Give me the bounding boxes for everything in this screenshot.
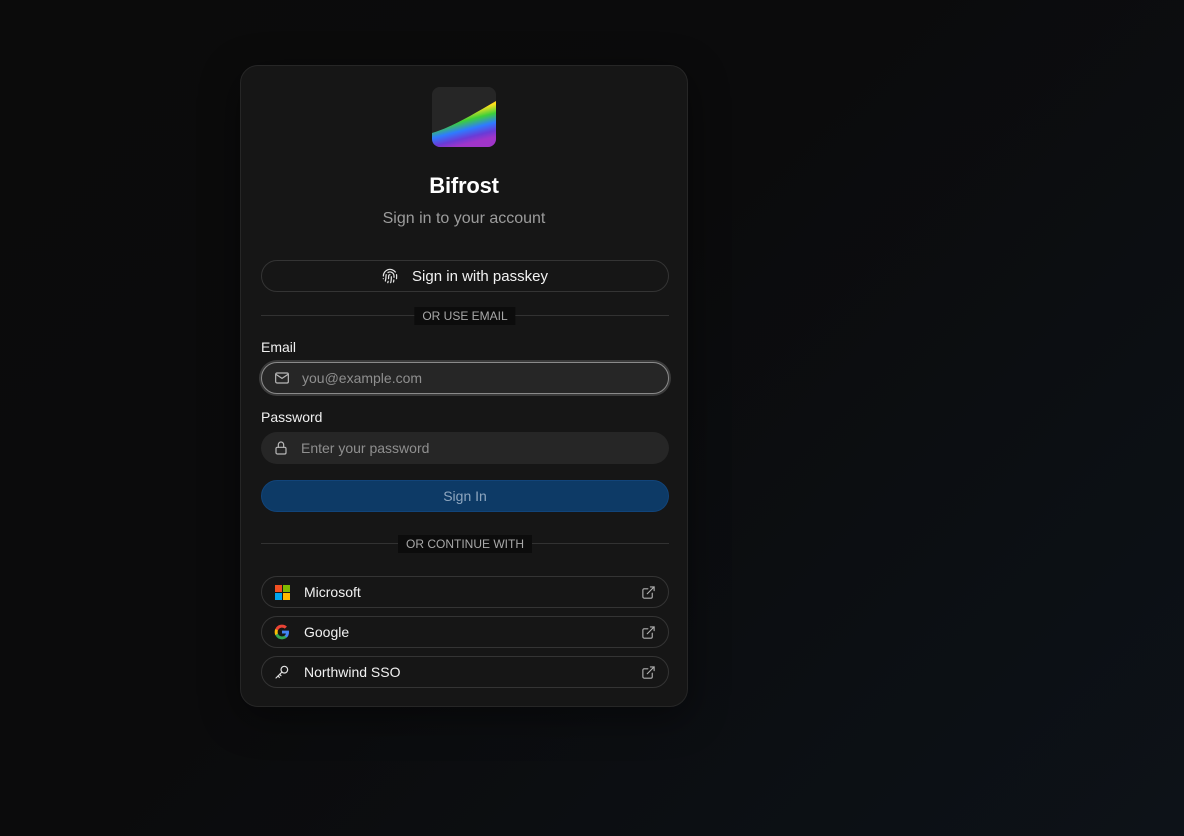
email-divider-text: OR USE EMAIL <box>414 307 516 325</box>
rainbow-bridge-icon <box>432 87 496 147</box>
login-card: Bifrost Sign in to your account Sign in … <box>240 65 688 707</box>
sign-in-button[interactable]: Sign In <box>261 480 669 512</box>
fingerprint-icon <box>382 268 398 284</box>
mail-icon <box>274 370 290 386</box>
email-label: Email <box>261 339 297 355</box>
passkey-button-label: Sign in with passkey <box>412 267 548 285</box>
provider-label: Northwind SSO <box>304 664 401 680</box>
northwind-sso-signin-button[interactable]: Northwind SSO <box>261 656 669 688</box>
google-signin-button[interactable]: Google <box>261 616 669 648</box>
page-subtitle: Sign in to your account <box>382 210 546 227</box>
lock-icon <box>273 440 289 456</box>
email-divider: OR USE EMAIL <box>261 307 669 325</box>
microsoft-logo-icon <box>274 584 290 600</box>
external-link-icon <box>640 624 656 640</box>
email-field[interactable] <box>261 362 669 394</box>
continue-divider: OR CONTINUE WITH <box>261 535 669 553</box>
app-title: Bifrost <box>429 173 499 198</box>
external-link-icon <box>640 584 656 600</box>
continue-divider-text: OR CONTINUE WITH <box>398 535 532 553</box>
password-field[interactable] <box>261 432 669 464</box>
password-input[interactable] <box>301 434 657 462</box>
provider-label: Microsoft <box>304 584 361 600</box>
key-icon <box>274 664 290 680</box>
google-logo-icon <box>274 624 290 640</box>
app-logo <box>432 87 496 147</box>
provider-label: Google <box>304 624 350 640</box>
email-input[interactable] <box>302 364 656 392</box>
external-link-icon <box>640 664 656 680</box>
microsoft-signin-button[interactable]: Microsoft <box>261 576 669 608</box>
passkey-signin-button[interactable]: Sign in with passkey <box>261 260 669 292</box>
password-label: Password <box>261 409 323 425</box>
